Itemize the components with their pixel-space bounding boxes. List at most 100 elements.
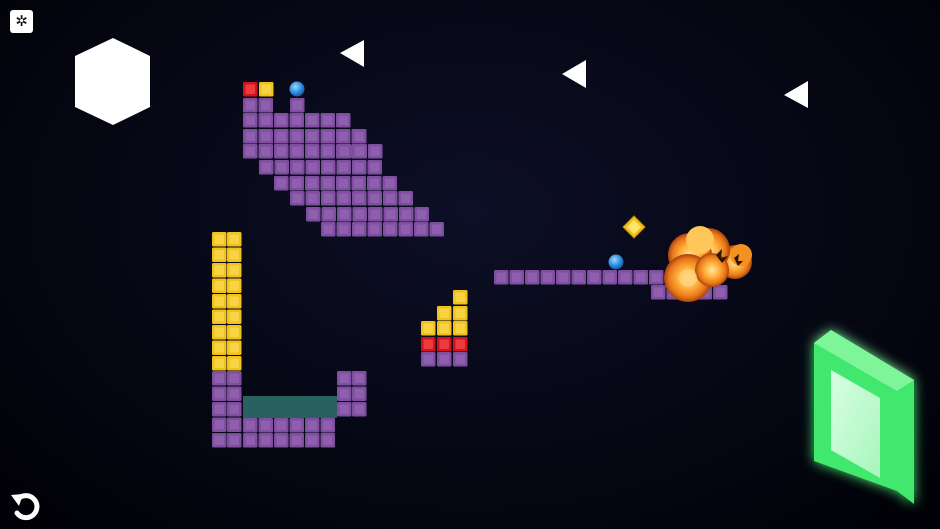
purple-block (383, 207, 398, 222)
purple-block (337, 386, 352, 401)
purple-block (352, 207, 367, 222)
purple-block (227, 386, 242, 401)
purple-block (587, 270, 602, 285)
purple-block (274, 129, 289, 144)
blue-ball[interactable] (289, 81, 305, 97)
purple-block (274, 160, 289, 175)
purple-block (509, 270, 524, 285)
yellow-block (453, 306, 468, 321)
purple-block (258, 418, 273, 433)
purple-block (274, 144, 289, 159)
purple-block (243, 98, 258, 113)
purple-block (649, 270, 664, 285)
purple-block (243, 433, 258, 448)
restart-button[interactable] (9, 489, 43, 523)
yellow-block (212, 356, 227, 371)
purple-block (274, 433, 289, 448)
purple-block (367, 191, 382, 206)
purple-block (289, 176, 304, 191)
green-portal (814, 330, 914, 504)
yellow-block (437, 321, 452, 336)
restart-arrow-icon (11, 493, 40, 521)
purple-block (243, 144, 258, 159)
purple-block (258, 113, 273, 128)
purple-block (212, 371, 227, 386)
blue-ball[interactable] (608, 254, 624, 270)
purple-block (336, 129, 351, 144)
game-stage (75, 38, 914, 504)
purple-block (243, 113, 258, 128)
purple-block (602, 270, 617, 285)
purple-block (274, 418, 289, 433)
settings-button[interactable]: ✲ (10, 10, 33, 33)
yellow-block (453, 321, 468, 336)
purple-block (429, 222, 444, 237)
purple-block (320, 113, 335, 128)
purple-block (414, 207, 429, 222)
yellow-block (453, 290, 468, 305)
purple-block (398, 191, 413, 206)
purple-block (352, 402, 367, 417)
purple-block (494, 270, 509, 285)
purple-block (289, 418, 304, 433)
white-triangle[interactable] (340, 40, 364, 67)
purple-block (320, 418, 335, 433)
water-pool (243, 396, 337, 418)
yellow-block (227, 294, 242, 309)
purple-block (305, 129, 320, 144)
purple-block (383, 222, 398, 237)
white-hexagon[interactable] (75, 38, 150, 125)
purple-block (306, 207, 321, 222)
purple-block (212, 386, 227, 401)
purple-block (352, 129, 367, 144)
purple-block (258, 129, 273, 144)
yellow-block (421, 321, 436, 336)
white-triangle[interactable] (784, 81, 808, 108)
yellow-block (227, 325, 242, 340)
purple-block (290, 160, 305, 175)
purple-block (305, 418, 320, 433)
yellow-block (212, 340, 227, 355)
yellow-block (227, 247, 242, 262)
purple-block (321, 222, 336, 237)
purple-block (571, 270, 586, 285)
purple-block (305, 433, 320, 448)
purple-block (336, 222, 351, 237)
purple-block (305, 191, 320, 206)
purple-block (352, 160, 367, 175)
yellow-block (227, 309, 242, 324)
purple-block (618, 270, 633, 285)
yellow-diamond[interactable] (622, 215, 646, 239)
purple-block (320, 433, 335, 448)
purple-block (212, 402, 227, 417)
purple-block (305, 176, 320, 191)
white-triangle[interactable] (562, 60, 586, 88)
red-block (437, 337, 452, 352)
purple-block (274, 176, 289, 191)
purple-block (227, 402, 242, 417)
yellow-block (212, 278, 227, 293)
purple-block (540, 270, 555, 285)
purple-block (227, 433, 242, 448)
yellow-block (227, 263, 242, 278)
purple-block (243, 129, 258, 144)
red-block (243, 82, 258, 97)
purple-block (337, 144, 352, 159)
purple-block (352, 222, 367, 237)
purple-block (259, 160, 274, 175)
purple-block (305, 144, 320, 159)
yellow-block (227, 340, 242, 355)
purple-block (367, 160, 382, 175)
yellow-block (212, 294, 227, 309)
purple-block (368, 207, 383, 222)
purple-block (437, 352, 452, 367)
purple-block (227, 371, 242, 386)
purple-block (367, 222, 382, 237)
purple-block (305, 160, 320, 175)
block-layer (212, 82, 728, 448)
purple-block (289, 144, 304, 159)
red-block (453, 337, 468, 352)
purple-block (258, 433, 273, 448)
purple-block (453, 352, 468, 367)
purple-block (352, 191, 367, 206)
